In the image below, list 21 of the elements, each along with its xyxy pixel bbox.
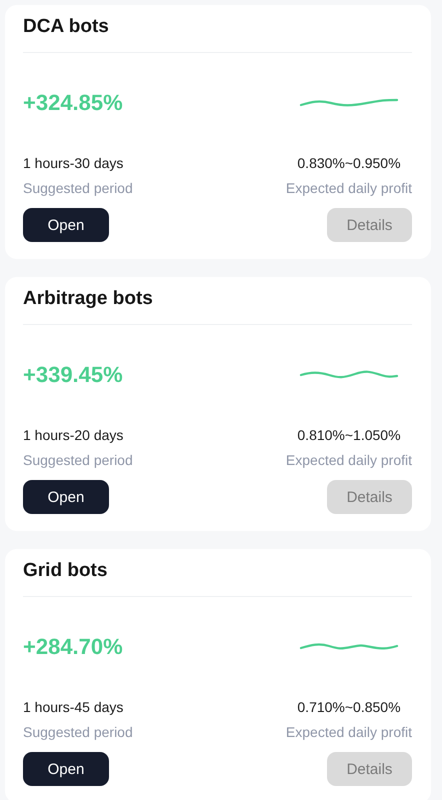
open-button[interactable]: Open <box>23 480 109 514</box>
period-label: Suggested period <box>23 452 133 468</box>
open-button[interactable]: Open <box>23 752 109 786</box>
period-value: 1 hours-30 days <box>23 155 124 171</box>
period-label: Suggested period <box>23 180 133 196</box>
period-value: 1 hours-45 days <box>23 699 124 715</box>
period-label: Suggested period <box>23 724 133 740</box>
profit-label: Expected daily profit <box>286 180 412 196</box>
card-title: Grid bots <box>23 559 412 597</box>
card-title: DCA bots <box>23 15 412 53</box>
profit-value: 0.810%~1.050% <box>297 427 401 443</box>
total-return: +284.70% <box>23 634 123 660</box>
profit-label: Expected daily profit <box>286 724 412 740</box>
open-button[interactable]: Open <box>23 208 109 242</box>
period-value: 1 hours-20 days <box>23 427 124 443</box>
total-return: +324.85% <box>23 90 123 116</box>
card-title: Arbitrage bots <box>23 287 412 325</box>
profit-label: Expected daily profit <box>286 452 412 468</box>
total-return: +339.45% <box>23 362 123 388</box>
profit-value: 0.830%~0.950% <box>297 155 401 171</box>
profit-value: 0.710%~0.850% <box>297 699 401 715</box>
